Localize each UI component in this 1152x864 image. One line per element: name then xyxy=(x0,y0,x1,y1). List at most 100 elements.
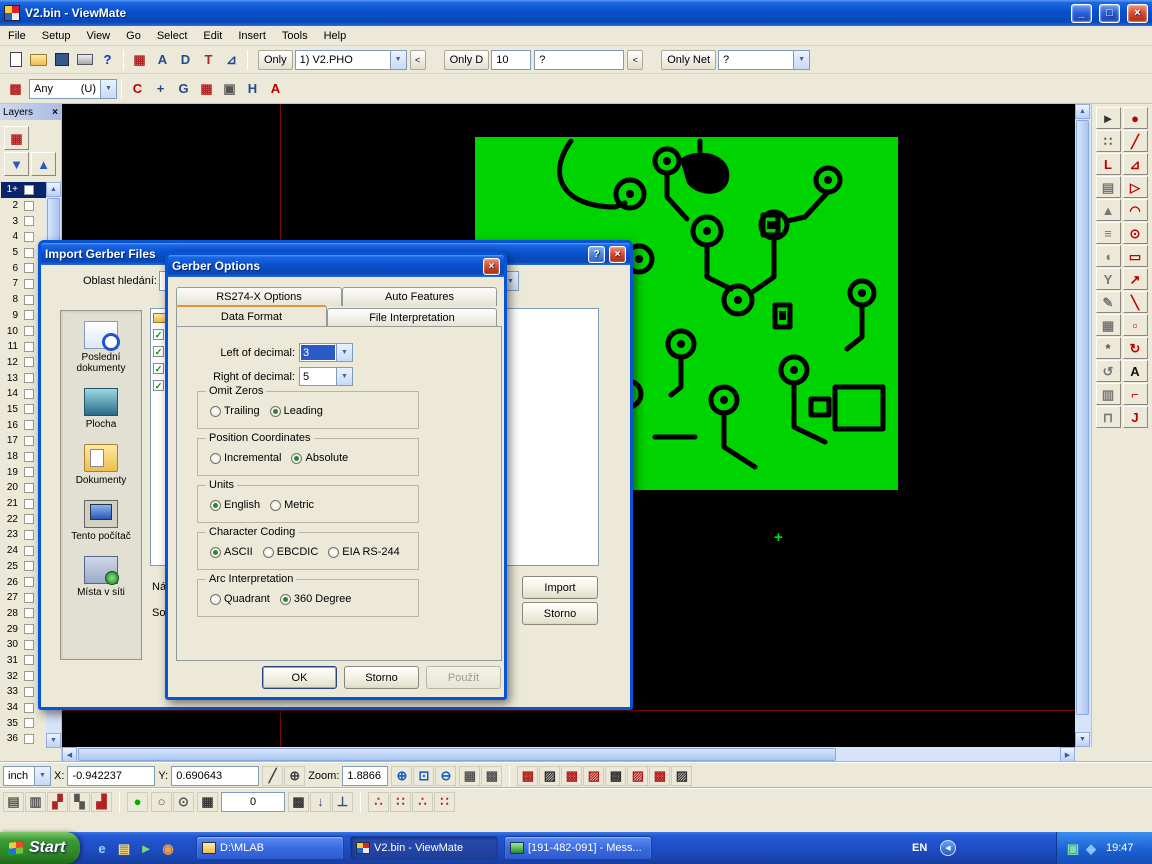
task-button-viewmate[interactable]: V2.bin - ViewMate xyxy=(350,836,498,860)
cancel-button[interactable]: Storno xyxy=(522,602,598,625)
radio-icon[interactable] xyxy=(270,406,281,417)
layer-visibility-checkbox[interactable] xyxy=(24,608,34,618)
arc-icon[interactable]: ◠ xyxy=(1123,199,1148,221)
layer-visibility-checkbox[interactable] xyxy=(24,452,34,462)
language-indicator[interactable]: EN xyxy=(912,842,927,854)
place-item[interactable]: Dokumenty xyxy=(61,444,141,486)
file-item-checkbox[interactable]: ✓ xyxy=(153,329,164,340)
apply-button[interactable]: Použít xyxy=(426,666,501,689)
close-button[interactable]: × xyxy=(609,246,626,263)
radio-option[interactable]: English xyxy=(210,499,260,511)
drop-anchor-icon[interactable]: ↓ xyxy=(310,792,331,812)
rectangle-icon[interactable]: ▭ xyxy=(1123,245,1148,267)
layer-visibility-checkbox[interactable] xyxy=(24,295,34,305)
scroll-down-icon[interactable]: ▼ xyxy=(1075,732,1090,747)
undo-rotate-icon[interactable]: ↺ xyxy=(1096,360,1121,382)
pattern-icon[interactable]: ▩ xyxy=(288,792,309,812)
measure-icon[interactable]: ⊿ xyxy=(220,49,243,71)
clock[interactable]: 19:47 xyxy=(1106,842,1134,854)
dialog-titlebar[interactable]: Gerber Options × xyxy=(168,255,504,277)
menu-item-select[interactable]: Select xyxy=(149,26,196,46)
zoom-out-icon[interactable]: ⊖ xyxy=(435,766,456,786)
ready-status-icon[interactable]: ● xyxy=(127,792,148,812)
pad-display-icon[interactable]: ▩ xyxy=(605,766,626,786)
menu-item-help[interactable]: Help xyxy=(316,26,355,46)
pad-icon[interactable]: ● xyxy=(1123,107,1148,129)
right-of-decimal-combobox[interactable]: 5 ▼ xyxy=(299,367,353,386)
radio-icon[interactable] xyxy=(270,500,281,511)
grid-display-icon[interactable]: ▦ xyxy=(459,766,480,786)
radio-option[interactable]: Trailing xyxy=(210,405,260,417)
chevron-down-icon[interactable]: ▼ xyxy=(100,80,116,98)
scroll-up-icon[interactable]: ▲ xyxy=(1075,104,1090,119)
layer-row[interactable]: 36 xyxy=(1,731,46,747)
layer-move-up-button[interactable]: ▲ xyxy=(31,152,56,176)
text-highlight-icon[interactable]: A xyxy=(264,78,287,100)
snap-grid-icon[interactable]: ▦ xyxy=(197,792,218,812)
layer-row[interactable]: 35 xyxy=(1,715,46,731)
file-item-checkbox[interactable]: ✓ xyxy=(153,363,164,374)
radio-option[interactable]: EIA RS-244 xyxy=(328,546,399,558)
pad-display-icon[interactable]: ▨ xyxy=(671,766,692,786)
close-icon[interactable]: × xyxy=(52,107,58,118)
half-circle-icon[interactable]: ◖ xyxy=(1096,245,1121,267)
tab-data-format[interactable]: Data Format xyxy=(176,305,327,327)
radio-icon[interactable] xyxy=(280,594,291,605)
layer-visibility-checkbox[interactable] xyxy=(24,436,34,446)
layer-visibility-checkbox[interactable] xyxy=(24,232,34,242)
layer-visibility-checkbox[interactable] xyxy=(24,655,34,665)
place-item[interactable]: Tento počítač xyxy=(61,500,141,542)
menu-item-insert[interactable]: Insert xyxy=(230,26,274,46)
layer-visibility-checkbox[interactable] xyxy=(24,593,34,603)
layer-visibility-checkbox[interactable] xyxy=(24,389,34,399)
layer-visibility-checkbox[interactable] xyxy=(24,577,34,587)
outline-triangle-icon[interactable]: ▷ xyxy=(1123,176,1148,198)
chevron-down-icon[interactable]: ▼ xyxy=(34,767,50,785)
menu-item-view[interactable]: View xyxy=(78,26,118,46)
corner-fill-icon[interactable]: ▟ xyxy=(91,792,112,812)
dcode-field[interactable]: 10 xyxy=(491,50,531,70)
layer-visibility-checkbox[interactable] xyxy=(24,687,34,697)
vector-icon[interactable]: ↗ xyxy=(1123,268,1148,290)
corner-icon[interactable]: ⌐ xyxy=(1123,383,1148,405)
save-icon[interactable] xyxy=(50,49,73,71)
help-button[interactable]: ? xyxy=(588,246,605,263)
only-net-toggle[interactable]: Only Net xyxy=(661,50,716,70)
pad-display-icon[interactable]: ▨ xyxy=(627,766,648,786)
hatch-icon[interactable]: ▥ xyxy=(1096,383,1121,405)
crosshair-icon[interactable]: + xyxy=(149,78,172,100)
unit-combobox[interactable]: inch ▼ xyxy=(3,766,51,786)
layer-visibility-checkbox[interactable] xyxy=(24,671,34,681)
chevron-down-icon[interactable]: ▼ xyxy=(336,344,352,361)
pad-pair-icon[interactable]: ▣ xyxy=(218,78,241,100)
horizontal-scrollbar[interactable]: ◀ ▶ xyxy=(62,747,1075,762)
left-of-decimal-combobox[interactable]: 3 ▼ xyxy=(299,343,353,362)
aperture-table-icon[interactable]: ▦ xyxy=(128,49,151,71)
internet-explorer-icon[interactable]: e xyxy=(92,838,112,858)
only-layer-toggle[interactable]: Only xyxy=(258,50,293,70)
scroll-left-icon[interactable]: ◀ xyxy=(62,747,77,762)
radio-option[interactable]: EBCDIC xyxy=(263,546,319,558)
radio-option[interactable]: Metric xyxy=(270,499,314,511)
net-dots-icon[interactable]: ∴ xyxy=(412,792,433,812)
radio-option[interactable]: Absolute xyxy=(291,452,348,464)
close-button[interactable]: × xyxy=(483,258,500,275)
previous-dcode-button[interactable]: < xyxy=(627,50,643,70)
start-button[interactable]: Start xyxy=(0,832,80,864)
highlight-off-icon[interactable]: ○ xyxy=(151,792,172,812)
letter-j-icon[interactable]: J xyxy=(1123,406,1148,428)
vertical-scrollbar-thumb[interactable] xyxy=(1076,120,1089,715)
layer-visibility-checkbox[interactable] xyxy=(24,499,34,509)
dcode-query-field[interactable]: ? xyxy=(534,50,624,70)
pad-display-icon[interactable]: ▩ xyxy=(561,766,582,786)
x-coordinate-field[interactable]: -0.942237 xyxy=(67,766,155,786)
layer-visibility-checkbox[interactable] xyxy=(24,404,34,414)
fork-icon[interactable]: Y xyxy=(1096,268,1121,290)
pad-display-icon[interactable]: ▩ xyxy=(649,766,670,786)
select-d-icon[interactable]: D xyxy=(174,49,197,71)
radio-option[interactable]: Quadrant xyxy=(210,593,270,605)
layer-visibility-checkbox[interactable] xyxy=(24,483,34,493)
h-highlight-icon[interactable]: H xyxy=(241,78,264,100)
circle-pad-icon[interactable]: ⊙ xyxy=(1123,222,1148,244)
place-item[interactable]: Plocha xyxy=(61,388,141,430)
